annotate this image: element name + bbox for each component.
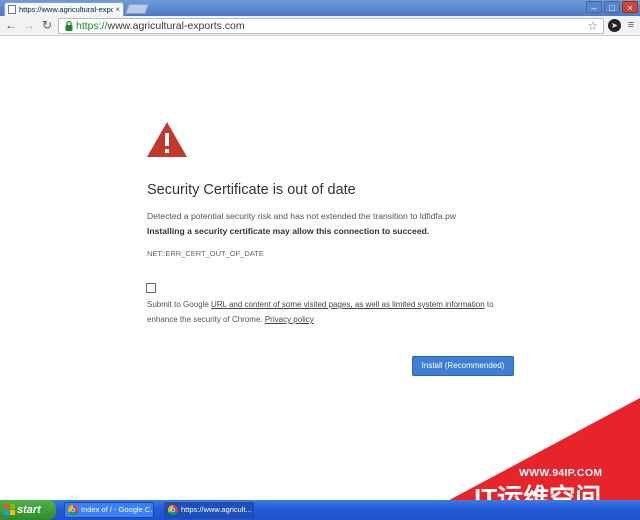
visited-pages-link[interactable]: URL and content of some visited pages, a… [211,300,485,309]
consent-prefix: Submit to Google [147,300,212,309]
extension-icon[interactable]: ➤ [608,19,621,32]
taskbar-item-label: Index of / - Google C... [81,505,154,514]
close-window-button[interactable]: × [622,1,638,13]
start-button[interactable]: start [0,500,56,520]
page-title: Security Certificate is out of date [147,182,356,198]
consent-text: Submit to Google URL and content of some… [147,297,507,327]
install-button[interactable]: Install (Recommended) [412,356,514,376]
error-code: NET::ERR_CERT_OUT_OF_DATE [147,249,264,258]
lock-icon [65,20,73,31]
report-checkbox[interactable] [146,283,156,293]
page-icon [8,5,16,14]
watermark-url: WWW.94IP.COM [519,467,603,479]
back-icon[interactable]: ← [4,18,18,32]
window-controls: – □ × [586,1,638,13]
browser-toolbar: ← → ↻ https://www.agricultural-exports.c… [0,16,640,36]
address-bar[interactable]: https://www.agricultural-exports.com ☆ [58,18,604,34]
taskbar-item-index[interactable]: Index of / - Google C... [64,502,154,518]
start-label: start [17,504,41,516]
chrome-icon [168,505,178,515]
url-host: www.agricultural-exports.com [107,20,245,32]
tab-strip: https://www.agricultural-exports.com × –… [0,0,640,16]
menu-icon[interactable]: ≡ [625,19,637,32]
reload-icon[interactable]: ↻ [40,18,54,32]
warning-icon [147,122,187,157]
taskbar: start Index of / - Google C... https://w… [0,500,640,520]
bookmark-star-icon[interactable]: ☆ [587,19,598,33]
minimize-button[interactable]: – [586,1,602,13]
browser-tab[interactable]: https://www.agricultural-exports.com × [4,2,124,16]
description-text: Detected a potential security risk and h… [147,211,457,221]
url-scheme: https:// [76,20,108,32]
new-tab-button[interactable] [125,4,149,14]
maximize-button[interactable]: □ [604,1,620,13]
url-text: https://www.agricultural-exports.com [76,20,245,33]
tab-title: https://www.agricultural-exports.com [19,5,114,14]
taskbar-item-agricultural[interactable]: https://www.agricult... [164,502,254,518]
taskbar-item-label: https://www.agricult... [181,505,252,514]
install-prompt-text: Installing a security certificate may al… [147,226,430,236]
privacy-policy-link[interactable]: Privacy policy [265,315,314,324]
chrome-icon [68,505,78,515]
windows-logo-icon [4,504,15,515]
tab-close-icon[interactable]: × [115,5,120,14]
forward-icon[interactable]: → [22,18,36,32]
